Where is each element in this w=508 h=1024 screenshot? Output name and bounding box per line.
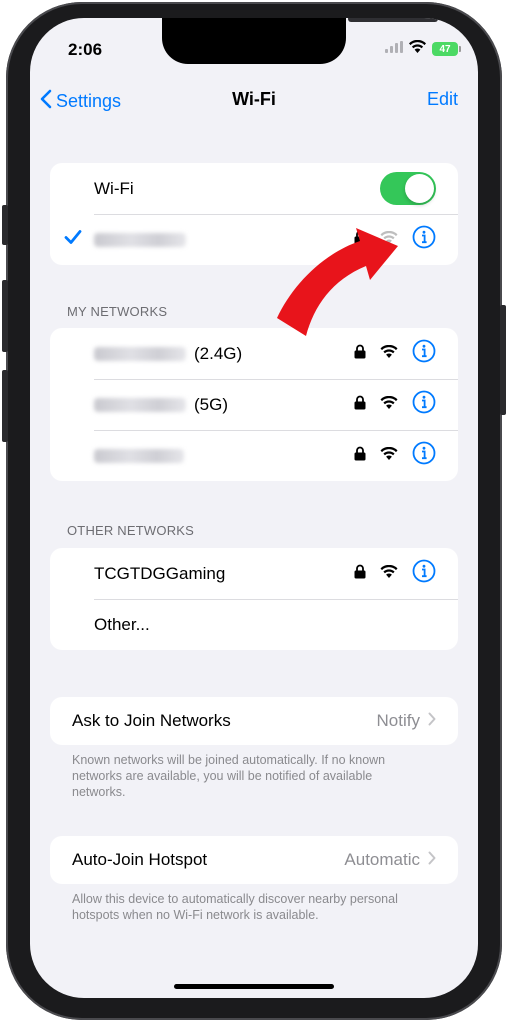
edit-button[interactable]: Edit <box>427 89 458 110</box>
cellular-signal-icon <box>385 40 403 58</box>
chevron-right-icon <box>428 711 436 731</box>
wifi-signal-icon <box>380 564 398 583</box>
volume-up-button <box>2 280 8 352</box>
wifi-card: Wi-Fi <box>50 163 458 265</box>
ask-to-join-value: Notify <box>377 711 436 731</box>
network-icons <box>354 390 436 419</box>
notch <box>162 18 438 64</box>
ask-to-join-card: Ask to Join Networks Notify <box>50 697 458 745</box>
wifi-signal-icon <box>380 230 398 249</box>
network-icons <box>354 339 436 368</box>
wifi-signal-icon <box>380 395 398 414</box>
my-networks-card: (2.4G) (5G) <box>50 328 458 481</box>
toggle-knob <box>405 174 434 203</box>
lock-icon <box>354 395 366 415</box>
redacted-network-name <box>94 449 184 464</box>
power-button <box>500 305 506 415</box>
wifi-signal-icon <box>380 344 398 363</box>
my-networks-header: MY NETWORKS <box>67 304 168 319</box>
my-network-row[interactable] <box>50 430 458 481</box>
auto-join-note: Allow this device to automatically disco… <box>72 892 398 922</box>
redacted-network-name <box>94 347 186 362</box>
ask-to-join-label: Ask to Join Networks <box>72 711 231 730</box>
other-network-name: Other... <box>94 614 150 634</box>
battery-icon: 47 <box>432 42 461 56</box>
my-network-row[interactable]: (2.4G) <box>50 328 458 379</box>
network-band-label: (5G) <box>194 394 228 414</box>
lock-icon <box>354 446 366 466</box>
connected-network-name <box>94 230 194 250</box>
lock-icon <box>354 564 366 584</box>
other-networks-header: OTHER NETWORKS <box>67 523 195 538</box>
my-network-name: (5G) <box>94 395 228 415</box>
connected-network-row[interactable] <box>50 214 458 265</box>
info-icon[interactable] <box>412 559 436 588</box>
auto-join-row[interactable]: Auto-Join Hotspot Automatic <box>50 836 458 884</box>
network-band-label: (2.4G) <box>194 343 243 363</box>
status-icons: 47 <box>385 39 461 58</box>
ask-to-join-current-value: Notify <box>376 711 420 730</box>
other-network-name: TCGTDGGaming <box>94 563 226 583</box>
status-time: 2:06 <box>68 40 103 59</box>
checkmark-icon <box>64 229 82 250</box>
my-network-name: (2.4G) <box>94 344 242 364</box>
other-network-row[interactable]: TCGTDGGaming <box>50 548 458 599</box>
screen: 2:06 47 Settings Wi-Fi Edit Wi-Fi MY NET… <box>30 18 478 998</box>
my-network-row[interactable]: (5G) <box>50 379 458 430</box>
info-icon[interactable] <box>412 339 436 368</box>
wifi-toggle-label: Wi-Fi <box>94 178 134 198</box>
wifi-status-icon <box>409 39 426 58</box>
redacted-network-name <box>94 233 186 248</box>
page-title: Wi-Fi <box>232 89 276 109</box>
chevron-right-icon <box>428 850 436 870</box>
lock-icon <box>354 344 366 364</box>
volume-down-button <box>2 370 8 442</box>
home-indicator <box>174 984 334 989</box>
auto-join-label: Auto-Join Hotspot <box>72 850 208 869</box>
auto-join-current-value: Automatic <box>344 850 420 869</box>
ask-to-join-note: Known networks will be joined automatica… <box>72 753 386 799</box>
info-icon[interactable] <box>412 225 436 254</box>
other-networks-card: TCGTDGGaming Other... <box>50 548 458 650</box>
my-network-name <box>94 446 192 466</box>
info-icon[interactable] <box>412 390 436 419</box>
network-icons <box>354 441 436 470</box>
info-icon[interactable] <box>412 441 436 470</box>
wifi-signal-icon <box>380 446 398 465</box>
connected-network-icons <box>354 225 436 254</box>
redacted-network-name <box>94 398 186 413</box>
wifi-toggle[interactable] <box>380 172 436 205</box>
other-network-row[interactable]: Other... <box>50 599 458 650</box>
ask-to-join-row[interactable]: Ask to Join Networks Notify <box>50 697 458 745</box>
auto-join-value: Automatic <box>344 850 436 870</box>
auto-join-card: Auto-Join Hotspot Automatic <box>50 836 458 884</box>
network-icons <box>354 559 436 588</box>
wifi-toggle-row: Wi-Fi <box>50 163 458 214</box>
speaker-grill <box>348 18 438 22</box>
lock-icon <box>354 230 366 250</box>
action-button <box>2 205 8 245</box>
